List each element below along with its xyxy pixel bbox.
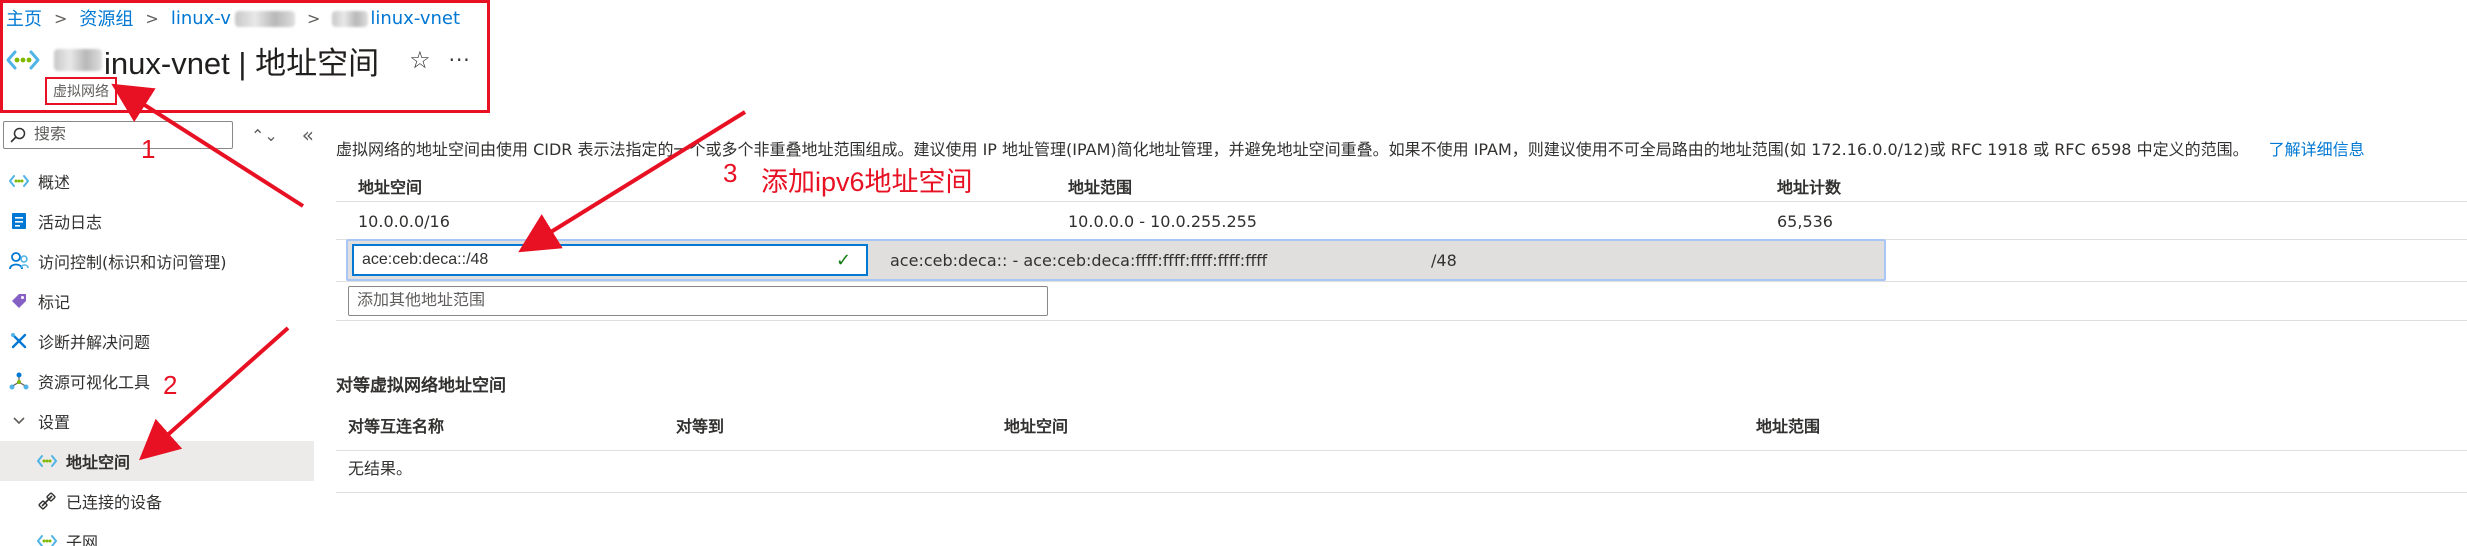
title-row: inux-vnet | 地址空间 ☆ ··· xyxy=(6,38,471,82)
sidebar-item-label: 访问控制(标识和访问管理) xyxy=(38,253,227,272)
breadcrumb-vnet[interactable]: linux-vnet xyxy=(332,8,460,29)
virtual-network-icon xyxy=(6,50,40,70)
annotation-label-3: 3 xyxy=(723,158,738,188)
column-header: 地址范围 xyxy=(1756,417,1821,436)
sidebar-group-settings[interactable]: 设置 xyxy=(0,401,314,441)
annotation-label-1: 1 xyxy=(141,134,156,164)
connected-devices-icon xyxy=(36,490,58,512)
annotation-note: 添加ipv6地址空间 xyxy=(761,167,973,197)
sidebar-item-tags[interactable]: 标记 xyxy=(0,281,314,321)
sidebar-item-label: 活动日志 xyxy=(38,213,103,232)
column-header: 地址空间 xyxy=(1004,417,1069,436)
sidebar-item-visualizer[interactable]: 资源可视化工具 xyxy=(0,361,314,401)
overview-icon xyxy=(8,170,30,192)
redacted-text xyxy=(332,10,369,27)
nav-list: 概述 活动日志 访问控制(标识和访问管理) 标记 诊断并解决问题 资源可视化工具… xyxy=(0,161,314,546)
column-header: 地址范围 xyxy=(1068,178,1133,197)
sidebar-item-overview[interactable]: 概述 xyxy=(0,161,314,201)
prefix-cell: /48 xyxy=(1431,251,1457,270)
breadcrumb-resource-groups[interactable]: 资源组 xyxy=(79,5,133,31)
collapse-sidebar-icon[interactable]: « xyxy=(302,123,314,147)
chevron-right-icon: > xyxy=(145,8,159,28)
peer-section-title: 对等虚拟网络地址空间 xyxy=(336,376,506,396)
sidebar-item-label: 设置 xyxy=(38,413,71,432)
sidebar-item-activity-log[interactable]: 活动日志 xyxy=(0,201,314,241)
activity-log-icon xyxy=(8,210,30,232)
tag-icon xyxy=(8,290,30,312)
address-space-input[interactable] xyxy=(362,251,832,269)
address-grid-header: 地址空间 地址范围 地址计数 xyxy=(336,166,2467,202)
learn-more-link[interactable]: 了解详细信息 xyxy=(2269,140,2365,159)
address-range-cell: 10.0.0.0 - 10.0.255.255 xyxy=(1068,212,1257,231)
sidebar-item-label: 标记 xyxy=(38,293,71,312)
divider xyxy=(336,281,2467,282)
page-title-text: inux-vnet | 地址空间 xyxy=(104,45,380,81)
more-icon[interactable]: ··· xyxy=(449,48,471,72)
editing-row: ✓ ace:ceb:deca:: - ace:ceb:deca:ffff:fff… xyxy=(346,239,1886,281)
star-icon[interactable]: ☆ xyxy=(409,46,431,74)
description-text: 虚拟网络的地址空间由使用 CIDR 表示法指定的一个或多个非重叠地址范围组成。建… xyxy=(336,140,2249,159)
table-row: 10.0.0.0/16 10.0.0.0 - 10.0.255.255 65,5… xyxy=(336,202,2467,240)
checkmark-icon: ✓ xyxy=(836,249,852,271)
peer-grid-header: 对等互连名称 对等到 地址空间 地址范围 xyxy=(336,408,2467,438)
visualizer-icon xyxy=(8,370,30,392)
column-header: 地址计数 xyxy=(1777,178,1842,197)
search-box[interactable] xyxy=(3,121,233,149)
chevron-right-icon: > xyxy=(306,8,321,28)
sidebar-item-label: 概述 xyxy=(38,173,71,192)
column-header: 地址空间 xyxy=(358,178,423,197)
diagnose-icon xyxy=(8,330,30,352)
description: 虚拟网络的地址空间由使用 CIDR 表示法指定的一个或多个非重叠地址范围组成。建… xyxy=(336,136,2365,160)
redacted-text xyxy=(234,10,295,27)
left-nav: ⌃⌄ « 概述 活动日志 访问控制(标识和访问管理) 标记 xyxy=(0,118,314,546)
sidebar-item-subnets[interactable]: 子网 xyxy=(0,521,314,546)
column-header: 对等互连名称 xyxy=(348,417,445,436)
access-control-icon xyxy=(8,250,30,272)
breadcrumb-home[interactable]: 主页 xyxy=(6,5,42,31)
sidebar-item-connected-devices[interactable]: 已连接的设备 xyxy=(0,481,314,521)
search-row: ⌃⌄ « xyxy=(0,118,314,152)
sidebar-item-address-space[interactable]: 地址空间 xyxy=(0,441,314,481)
search-icon xyxy=(10,127,26,143)
sidebar-item-label: 子网 xyxy=(66,533,99,546)
chevron-right-icon: > xyxy=(54,8,68,28)
no-results-text: 无结果。 xyxy=(348,459,413,478)
main-content: 虚拟网络的地址空间由使用 CIDR 表示法指定的一个或多个非重叠地址范围组成。建… xyxy=(336,130,2467,546)
sidebar-item-label: 资源可视化工具 xyxy=(38,373,151,392)
divider xyxy=(336,450,2467,451)
divider xyxy=(336,492,2467,493)
breadcrumb: 主页 > 资源组 > linux-v > linux-vnet xyxy=(6,5,460,31)
sidebar-item-diagnose[interactable]: 诊断并解决问题 xyxy=(0,321,314,361)
page-header: 主页 > 资源组 > linux-v > linux-vnet inux-vne… xyxy=(0,0,2467,118)
address-count-cell: 65,536 xyxy=(1777,212,1833,231)
annotation-label-2: 2 xyxy=(163,370,178,400)
divider xyxy=(336,320,2467,321)
add-address-range-input[interactable] xyxy=(357,292,1037,310)
search-input[interactable] xyxy=(34,126,224,144)
address-range-cell: ace:ceb:deca:: - ace:ceb:deca:ffff:ffff:… xyxy=(890,251,1268,270)
address-space-input-box[interactable]: ✓ xyxy=(352,244,868,276)
redacted-text xyxy=(54,49,102,71)
chevron-down-icon xyxy=(8,410,30,432)
resource-type-subtitle: 虚拟网络 xyxy=(45,77,117,105)
add-address-range-box[interactable] xyxy=(348,286,1048,316)
page-title: inux-vnet | 地址空间 xyxy=(54,38,379,83)
sidebar-item-label: 诊断并解决问题 xyxy=(38,333,151,352)
expand-collapse-icon[interactable]: ⌃⌄ xyxy=(251,126,278,145)
sidebar-item-label: 已连接的设备 xyxy=(66,493,163,512)
breadcrumb-resource-group[interactable]: linux-v xyxy=(171,8,295,29)
sidebar-item-access-control[interactable]: 访问控制(标识和访问管理) xyxy=(0,241,314,281)
column-header: 对等到 xyxy=(676,417,725,436)
address-space-icon xyxy=(36,450,58,472)
sidebar-item-label: 地址空间 xyxy=(66,453,131,472)
subnet-icon xyxy=(36,530,58,546)
address-space-cell: 10.0.0.0/16 xyxy=(358,212,450,231)
